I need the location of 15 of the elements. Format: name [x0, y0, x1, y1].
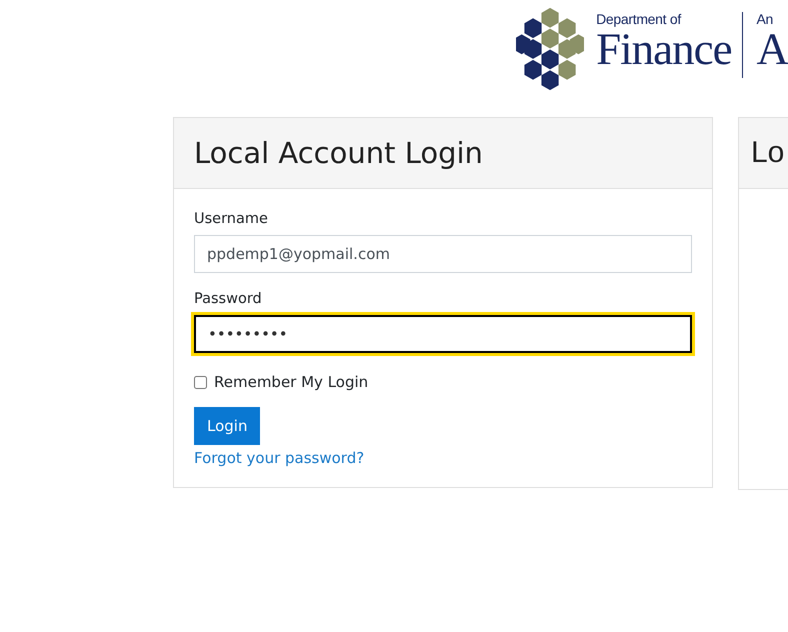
input-field[interactable]: •••••••••: [194, 315, 692, 353]
login-button[interactable]: Login: [194, 407, 260, 445]
logo-icon: [516, 5, 584, 93]
department-text: Department of: [596, 11, 682, 27]
remember-label: Remember My Login: [214, 373, 368, 391]
logo-prefix-text: An: [756, 11, 774, 27]
finance-text: Finance: [596, 27, 732, 71]
field-label: Username: [194, 211, 268, 227]
panel-title: Local Account Login: [194, 136, 483, 170]
forgot-password-link[interactable]: Forgot your password?: [194, 449, 364, 467]
field-label: Password: [194, 291, 262, 307]
input-field[interactable]: ppdemp1@yopmail.com: [194, 235, 692, 273]
logo-name-text: A: [756, 27, 788, 71]
panel-title: Lo: [751, 136, 784, 170]
remember-checkbox[interactable]: [194, 376, 207, 388]
